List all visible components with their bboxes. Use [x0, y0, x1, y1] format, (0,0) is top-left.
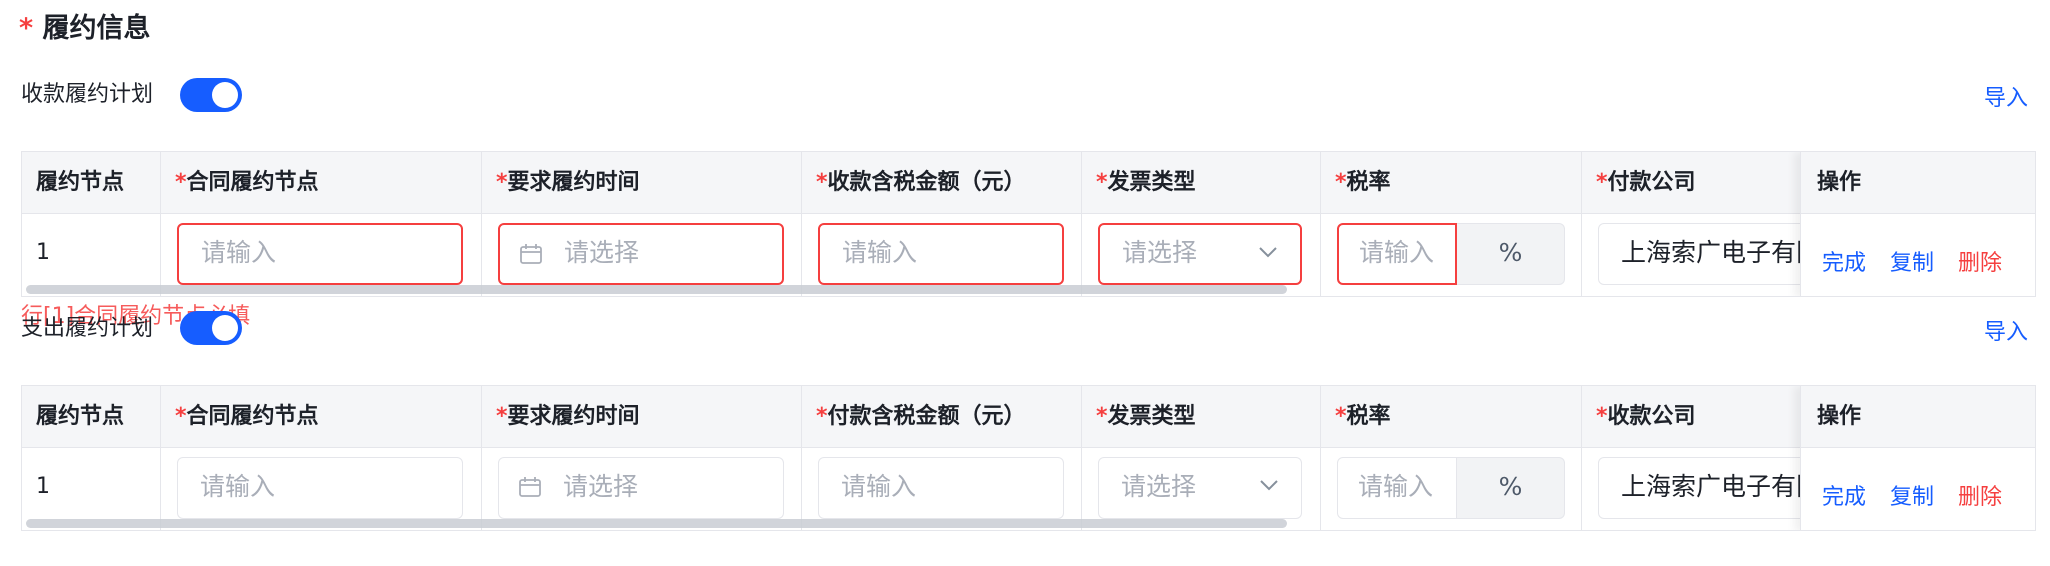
th-amount: *收款含税金额（元） [802, 152, 1082, 214]
invoice-type-select[interactable]: 请选择 [1098, 457, 1302, 519]
invoice-placeholder: 请选择 [1122, 238, 1198, 267]
horizontal-scrollbar[interactable] [26, 285, 1287, 294]
th-node: 履约节点 [22, 386, 161, 448]
row-index: 1 [36, 474, 50, 499]
date-placeholder: 请选择 [563, 472, 639, 501]
cell-tax-rate: 请输入 % [1321, 448, 1582, 530]
toggle-knob [212, 315, 238, 341]
percent-addon: % [1457, 457, 1565, 519]
toggle-knob [212, 82, 238, 108]
th-amount: *付款含税金额（元） [802, 386, 1082, 448]
row-index: 1 [36, 240, 50, 265]
delete-link[interactable]: 删除 [1958, 479, 2002, 511]
invoice-type-select[interactable]: 请选择 [1098, 223, 1302, 285]
calendar-icon [519, 477, 541, 497]
th-require-time: *要求履约时间 [482, 152, 802, 214]
pay-import-link[interactable]: 导入 [1984, 314, 2028, 346]
th-actions: 操作 [1801, 152, 2035, 214]
ops-column: 操作 完成 复制 删除 [1800, 152, 2035, 296]
table-header: 履约节点 *合同履约节点 *要求履约时间 *付款含税金额（元） *发票类型 *税… [22, 386, 2035, 448]
th-tax-rate: *税率 [1321, 386, 1582, 448]
th-tax-rate: *税率 [1321, 152, 1582, 214]
contract-node-input[interactable]: 请输入 [177, 223, 463, 285]
date-placeholder: 请选择 [564, 238, 640, 267]
contract-node-input[interactable]: 请输入 [177, 457, 463, 519]
copy-link[interactable]: 复制 [1890, 479, 1934, 511]
receive-import-link[interactable]: 导入 [1984, 80, 2028, 112]
copy-link[interactable]: 复制 [1890, 245, 1934, 277]
date-picker[interactable]: 请选择 [498, 457, 784, 519]
amount-input[interactable]: 请输入 [818, 457, 1064, 519]
th-node: 履约节点 [22, 152, 161, 214]
pay-plan-toggle[interactable] [180, 311, 242, 345]
chevron-down-icon [1260, 480, 1278, 491]
th-actions: 操作 [1801, 386, 2035, 448]
receive-plan-table: 履约节点 *合同履约节点 *要求履约时间 *收款含税金额（元） *发票类型 *税… [21, 151, 2036, 297]
invoice-placeholder: 请选择 [1121, 472, 1197, 501]
section-title: * 履约信息 [19, 6, 151, 45]
receive-plan-label: 收款履约计划 [21, 82, 154, 107]
cell-tax-rate: 请输入 % [1321, 214, 1582, 296]
th-invoice-type: *发票类型 [1082, 152, 1321, 214]
percent-addon: % [1457, 223, 1565, 285]
date-picker[interactable]: 请选择 [498, 223, 784, 285]
done-link[interactable]: 完成 [1822, 479, 1866, 511]
ops-column: 操作 完成 复制 删除 [1800, 386, 2035, 530]
th-contract-node: *合同履约节点 [161, 152, 482, 214]
pay-plan-label: 支出履约计划 [21, 316, 154, 341]
receive-plan-toggle[interactable] [180, 78, 242, 112]
section-title-text: 履约信息 [42, 13, 151, 44]
required-mark: * [19, 13, 34, 44]
th-require-time: *要求履约时间 [482, 386, 802, 448]
calendar-icon [520, 244, 542, 264]
th-contract-node: *合同履约节点 [161, 386, 482, 448]
tax-rate-input[interactable]: 请输入 [1337, 223, 1457, 285]
table-header: 履约节点 *合同履约节点 *要求履约时间 *收款含税金额（元） *发票类型 *税… [22, 152, 2035, 214]
done-link[interactable]: 完成 [1822, 245, 1866, 277]
th-invoice-type: *发票类型 [1082, 386, 1321, 448]
tax-rate-input[interactable]: 请输入 [1337, 457, 1457, 519]
delete-link[interactable]: 删除 [1958, 245, 2002, 277]
horizontal-scrollbar[interactable] [26, 519, 1287, 528]
amount-input[interactable]: 请输入 [818, 223, 1064, 285]
chevron-down-icon [1259, 247, 1277, 258]
pay-plan-table: 履约节点 *合同履约节点 *要求履约时间 *付款含税金额（元） *发票类型 *税… [21, 385, 2036, 531]
